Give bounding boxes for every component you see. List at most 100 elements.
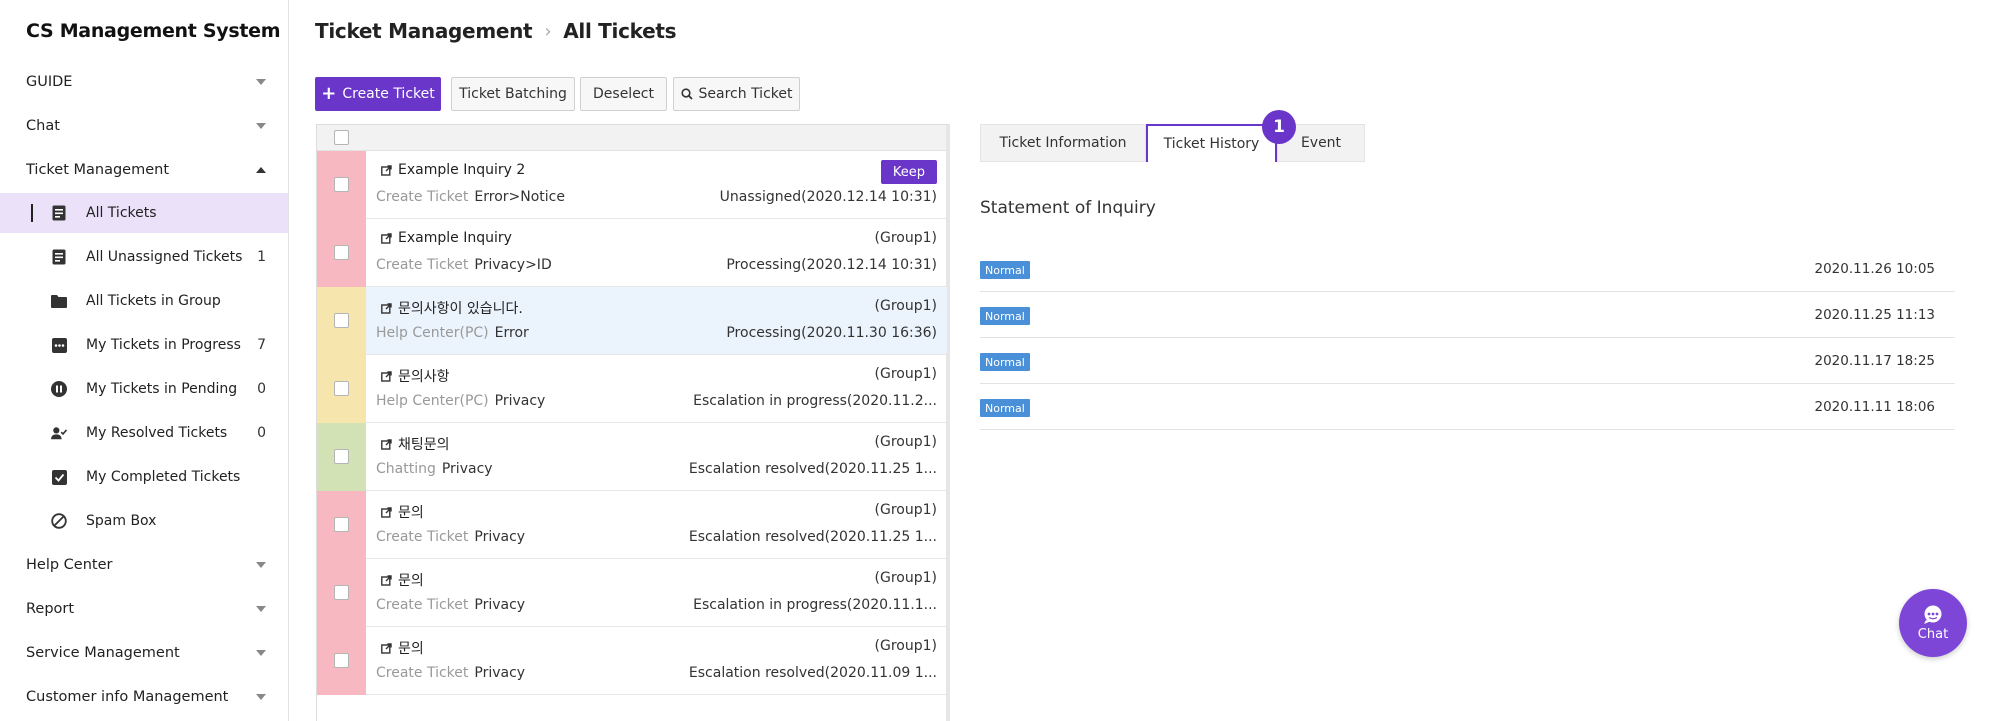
external-link-icon	[381, 232, 392, 244]
ticket-group: (Group1)	[874, 638, 937, 654]
ticket-category: Privacy	[474, 665, 526, 681]
ticket-checkbox[interactable]	[334, 517, 349, 532]
ticket-checkbox[interactable]	[334, 381, 349, 396]
ticket-category: Privacy	[494, 393, 546, 409]
ticket-category: Privacy	[441, 461, 493, 477]
step-badge: 1	[1262, 110, 1296, 144]
ticket-row[interactable]: 문의 Create Ticket Privacy (Group1) Escalation…	[317, 627, 947, 695]
external-link-icon	[381, 506, 392, 518]
ticket-title[interactable]: 문의사항	[381, 366, 450, 386]
ticket-row[interactable]: 문의사항이 있습니다. Help Center(PC) Error (Group1) P…	[317, 287, 947, 355]
ticket-checkbox[interactable]	[334, 449, 349, 464]
ticket-checkbox[interactable]	[334, 653, 349, 668]
deselect-button[interactable]: Deselect	[580, 77, 667, 111]
nav-section-customer-info-management[interactable]: Customer info Management	[0, 679, 288, 715]
external-link-icon	[381, 370, 392, 382]
ticket-row[interactable]: 문의사항 Help Center(PC) Privacy (Group1) Escala…	[317, 355, 947, 423]
ticket-count: 0	[257, 381, 266, 397]
sidebar-item-all-tickets-in-group[interactable]: All Tickets in Group	[0, 281, 288, 321]
ticket-checkbox[interactable]	[334, 313, 349, 328]
sidebar-item-label: All Tickets	[86, 205, 157, 221]
ticket-title[interactable]: 문의	[381, 502, 424, 522]
nav-section-service-management[interactable]: Service Management	[0, 635, 288, 671]
ticket-title[interactable]: Example Inquiry	[381, 230, 512, 246]
ticket-title[interactable]: 채팅문의	[381, 434, 450, 454]
ticket-category: Privacy	[474, 597, 526, 613]
nav-section-ticket-management[interactable]: Ticket Management	[0, 152, 288, 188]
ticket-category: Error>Notice	[474, 189, 565, 205]
ticket-source: Help Center(PC)	[376, 325, 489, 341]
nav-section-guide[interactable]: GUIDE	[0, 64, 288, 100]
chat-button[interactable]: Chat	[1899, 589, 1967, 657]
ticket-row[interactable]: Example Inquiry 2 Create Ticket Error>Noti…	[317, 151, 947, 219]
ticket-meta: Create Ticket Privacy	[376, 597, 525, 613]
ticket-title[interactable]: 문의사항이 있습니다.	[381, 298, 523, 318]
ticket-list: Example Inquiry 2 Create Ticket Error>Noti…	[316, 124, 950, 721]
ticket-meta: Help Center(PC) Privacy	[376, 393, 545, 409]
tab-ticket-history[interactable]: Ticket History	[1146, 124, 1277, 162]
ticket-source: Create Ticket	[376, 597, 469, 613]
external-link-icon	[381, 574, 392, 586]
ticket-checkbox[interactable]	[334, 585, 349, 600]
chevron-down-icon	[256, 694, 266, 700]
nav-section-report[interactable]: Report	[0, 591, 288, 627]
ticket-row[interactable]: 문의 Create Ticket Privacy (Group1) Escalation…	[317, 491, 947, 559]
ticket-row[interactable]: 채팅문의 Chatting Privacy (Group1) Escalation re…	[317, 423, 947, 491]
create-ticket-button[interactable]: + Create Ticket	[315, 77, 441, 111]
sidebar-item-all-tickets[interactable]: All Tickets	[0, 193, 288, 233]
keep-badge[interactable]: Keep	[880, 160, 937, 184]
ticket-title[interactable]: 문의	[381, 638, 424, 658]
ticket-row[interactable]: Example Inquiry Create Ticket Privacy>ID (G…	[317, 219, 947, 287]
search-ticket-button[interactable]: Search Ticket	[673, 77, 800, 111]
sidebar-item-my-tickets-in-progress[interactable]: My Tickets in Progress 7	[0, 325, 288, 365]
ticket-title-text: 채팅문의	[398, 437, 450, 453]
sidebar-item-spam-box[interactable]: Spam Box	[0, 501, 288, 541]
ticket-source: Create Ticket	[376, 665, 469, 681]
nav-section-chat[interactable]: Chat	[0, 108, 288, 144]
nav-section-label: Ticket Management	[26, 162, 170, 178]
ticket-status: Processing(2020.11.30 16:36)	[726, 325, 937, 341]
pause-icon	[51, 381, 67, 397]
sidebar-item-my-resolved-tickets[interactable]: My Resolved Tickets 0	[0, 413, 288, 453]
select-all-checkbox[interactable]	[334, 130, 349, 145]
search-ticket-label: Search Ticket	[698, 86, 793, 102]
ticket-batching-label: Ticket Batching	[459, 86, 567, 102]
breadcrumb-root[interactable]: Ticket Management	[315, 19, 533, 43]
ticket-source: Create Ticket	[376, 529, 469, 545]
block-icon	[51, 513, 67, 529]
ticket-status: Unassigned(2020.12.14 10:31)	[719, 189, 937, 205]
ticket-group: (Group1)	[874, 434, 937, 450]
tab-ticket-information[interactable]: Ticket Information	[980, 124, 1146, 162]
sidebar-item-my-completed-tickets[interactable]: My Completed Tickets	[0, 457, 288, 497]
history-date: 2020.11.11 18:06	[1814, 399, 1936, 415]
app-title: CS Management System	[26, 20, 281, 42]
history-row[interactable]: Normal 2020.11.25 11:13	[980, 292, 1955, 338]
ticket-status: Escalation in progress(2020.11.1...	[693, 597, 937, 613]
ticket-group: (Group1)	[874, 298, 937, 314]
ticket-title-text: 문의	[398, 505, 424, 521]
sidebar-item-my-tickets-in-pending[interactable]: My Tickets in Pending 0	[0, 369, 288, 409]
ticket-title[interactable]: 문의	[381, 570, 424, 590]
status-badge: Normal	[980, 307, 1030, 325]
ticket-meta: Help Center(PC) Error	[376, 325, 529, 341]
sidebar-item-all-unassigned-tickets[interactable]: All Unassigned Tickets 1	[0, 237, 288, 277]
ticket-row[interactable]: 문의 Create Ticket Privacy (Group1) Escalation…	[317, 559, 947, 627]
ticket-checkbox[interactable]	[334, 177, 349, 192]
nav-section-label: GUIDE	[26, 74, 73, 90]
ticket-checkbox[interactable]	[334, 245, 349, 260]
history-date: 2020.11.17 18:25	[1814, 353, 1936, 369]
history-row[interactable]: Normal 2020.11.17 18:25	[980, 338, 1955, 384]
ticket-title[interactable]: Example Inquiry 2	[381, 162, 525, 178]
ticket-doc-icon	[51, 205, 67, 221]
history-row[interactable]: Normal 2020.11.11 18:06	[980, 384, 1955, 430]
history-row[interactable]: Normal 2020.11.26 10:05	[980, 246, 1955, 292]
ticket-title-text: Example Inquiry	[398, 230, 512, 246]
ticket-meta: Create Ticket Error>Notice	[376, 189, 565, 205]
sidebar-item-label: My Tickets in Progress	[86, 337, 241, 353]
breadcrumb: Ticket Management › All Tickets	[315, 19, 677, 43]
chevron-down-icon	[256, 123, 266, 129]
ticket-source: Create Ticket	[376, 257, 469, 273]
nav-section-help-center[interactable]: Help Center	[0, 547, 288, 583]
deselect-label: Deselect	[593, 86, 654, 102]
ticket-batching-button[interactable]: Ticket Batching	[451, 77, 575, 111]
